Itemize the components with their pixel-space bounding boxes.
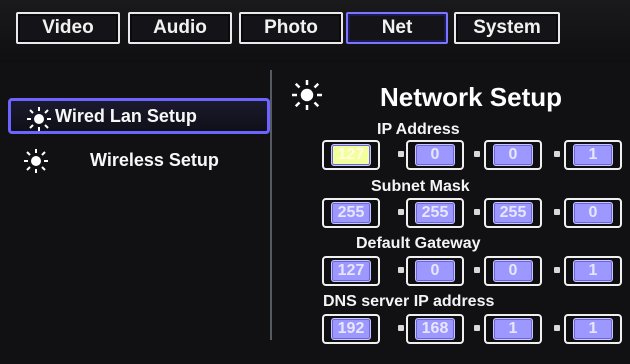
gateway-octet-4-value: 1 [573, 260, 613, 282]
dns-octet-2-value: 168 [415, 318, 455, 340]
top-tab-bar: Video Audio Photo Net System [0, 0, 630, 62]
tab-net[interactable]: Net [346, 12, 448, 44]
subnet-octet-1-value: 255 [331, 202, 371, 224]
ip-octet-3-value: 0 [493, 144, 533, 166]
ip-address-label: IP Address [377, 121, 460, 138]
octet-separator [474, 267, 480, 273]
subnet-octet-4[interactable]: 0 [564, 198, 622, 228]
gateway-octet-2-value: 0 [415, 260, 455, 282]
octet-separator [398, 267, 404, 273]
subnet-mask-fields: 255 255 255 0 [322, 198, 624, 228]
octet-separator [398, 151, 404, 157]
ip-octet-4[interactable]: 1 [564, 140, 622, 170]
sun-icon [24, 149, 48, 173]
subnet-octet-2[interactable]: 255 [406, 198, 464, 228]
sidebar-item-wired-lan-setup[interactable]: Wired Lan Setup [8, 98, 270, 134]
tab-system[interactable]: System [454, 12, 560, 44]
octet-separator [554, 325, 560, 331]
octet-separator [554, 151, 560, 157]
ip-octet-1-value: 127 [331, 144, 371, 166]
dns-server-label: DNS server IP address [323, 293, 495, 310]
subnet-octet-1[interactable]: 255 [322, 198, 380, 228]
octet-separator [398, 325, 404, 331]
dns-octet-3-value: 1 [493, 318, 533, 340]
tab-audio[interactable]: Audio [128, 12, 232, 44]
dns-octet-4-value: 1 [573, 318, 613, 340]
page-title: Network Setup [380, 82, 563, 112]
gateway-octet-3-value: 0 [493, 260, 533, 282]
tab-photo[interactable]: Photo [239, 12, 343, 44]
octet-separator [554, 267, 560, 273]
dns-octet-4[interactable]: 1 [564, 314, 622, 344]
default-gateway-fields: 127 0 0 1 [322, 256, 624, 286]
gateway-octet-1[interactable]: 127 [322, 256, 380, 286]
octet-separator [398, 209, 404, 215]
tab-video-label: Video [42, 17, 94, 38]
dns-octet-1[interactable]: 192 [322, 314, 380, 344]
tab-audio-label: Audio [153, 17, 207, 38]
sidebar-item-label: Wireless Setup [90, 149, 219, 170]
gateway-octet-3[interactable]: 0 [484, 256, 542, 286]
ip-octet-2-value: 0 [415, 144, 455, 166]
tab-video[interactable]: Video [16, 12, 120, 44]
subnet-octet-2-value: 255 [415, 202, 455, 224]
ip-address-fields: 127 0 0 1 [322, 140, 624, 170]
subnet-mask-label: Subnet Mask [371, 178, 470, 195]
gateway-octet-4[interactable]: 1 [564, 256, 622, 286]
octet-separator [474, 209, 480, 215]
sun-icon [292, 80, 322, 110]
network-setup-screen: Video Audio Photo Net System Wired Lan S… [0, 0, 630, 364]
dns-octet-1-value: 192 [331, 318, 371, 340]
octet-separator [474, 151, 480, 157]
sidebar-item-label: Wired Lan Setup [55, 105, 197, 126]
default-gateway-label: Default Gateway [356, 235, 481, 252]
dns-octet-2[interactable]: 168 [406, 314, 464, 344]
octet-separator [554, 209, 560, 215]
dns-octet-3[interactable]: 1 [484, 314, 542, 344]
gateway-octet-1-value: 127 [331, 260, 371, 282]
subnet-octet-3[interactable]: 255 [484, 198, 542, 228]
octet-separator [474, 325, 480, 331]
subnet-octet-3-value: 255 [493, 202, 533, 224]
dns-server-fields: 192 168 1 1 [322, 314, 624, 344]
tab-photo-label: Photo [264, 17, 318, 38]
sun-icon [27, 107, 51, 131]
ip-octet-1[interactable]: 127 [322, 140, 380, 170]
tab-net-label: Net [381, 17, 413, 38]
gateway-octet-2[interactable]: 0 [406, 256, 464, 286]
sidebar-item-wireless-setup[interactable]: Wireless Setup [8, 142, 270, 178]
tab-system-label: System [473, 17, 541, 38]
subnet-octet-4-value: 0 [573, 202, 613, 224]
ip-octet-3[interactable]: 0 [484, 140, 542, 170]
ip-octet-4-value: 1 [573, 144, 613, 166]
vertical-divider [270, 70, 272, 340]
ip-octet-2[interactable]: 0 [406, 140, 464, 170]
